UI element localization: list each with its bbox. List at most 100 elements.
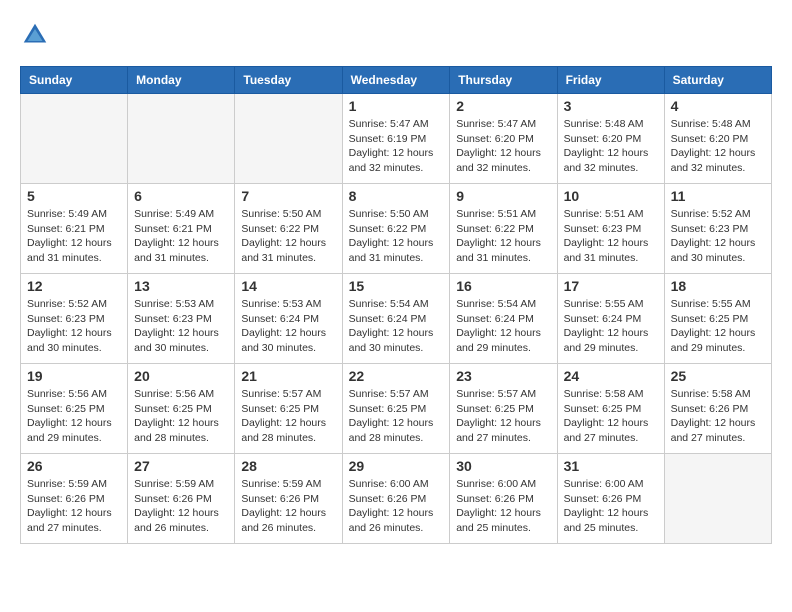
- calendar-cell: 28Sunrise: 5:59 AM Sunset: 6:26 PM Dayli…: [235, 454, 342, 544]
- day-number: 13: [134, 278, 228, 294]
- day-info: Sunrise: 5:50 AM Sunset: 6:22 PM Dayligh…: [349, 207, 444, 266]
- calendar-cell: 8 Sunrise: 5:50 AM Sunset: 6:22 PM Daylig…: [342, 184, 450, 274]
- day-number: 14: [241, 278, 335, 294]
- calendar-cell: [128, 94, 235, 184]
- day-info: Sunrise: 5:55 AM Sunset: 6:24 PM Dayligh…: [564, 297, 658, 356]
- calendar-cell: 13 Sunrise: 5:53 AM Sunset: 6:23 PM Dayli…: [128, 274, 235, 364]
- calendar-cell: 30Sunrise: 6:00 AM Sunset: 6:26 PM Dayli…: [450, 454, 557, 544]
- calendar-cell: 5 Sunrise: 5:49 AM Sunset: 6:21 PM Daylig…: [21, 184, 128, 274]
- calendar-cell: [21, 94, 128, 184]
- day-number: 24: [564, 368, 658, 384]
- day-number: 7: [241, 188, 335, 204]
- day-info: Sunrise: 5:52 AM Sunset: 6:23 PM Dayligh…: [671, 207, 765, 266]
- day-info: Sunrise: 5:56 AM Sunset: 6:25 PM Dayligh…: [27, 387, 121, 446]
- day-number: 20: [134, 368, 228, 384]
- calendar-cell: 18 Sunrise: 5:55 AM Sunset: 6:25 PM Dayli…: [664, 274, 771, 364]
- day-info: Sunrise: 5:53 AM Sunset: 6:23 PM Dayligh…: [134, 297, 228, 356]
- week-row-1: 1Sunrise: 5:47 AM Sunset: 6:19 PM Daylig…: [21, 94, 772, 184]
- calendar-cell: 20 Sunrise: 5:56 AM Sunset: 6:25 PM Dayli…: [128, 364, 235, 454]
- day-info: Sunrise: 5:49 AM Sunset: 6:21 PM Dayligh…: [134, 207, 228, 266]
- day-number: 30: [456, 458, 550, 474]
- day-info: Sunrise: 5:48 AM Sunset: 6:20 PM Dayligh…: [564, 117, 658, 176]
- day-info: Sunrise: 6:00 AM Sunset: 6:26 PM Dayligh…: [349, 477, 444, 536]
- calendar-cell: 1Sunrise: 5:47 AM Sunset: 6:19 PM Daylig…: [342, 94, 450, 184]
- day-number: 8: [349, 188, 444, 204]
- day-number: 23: [456, 368, 550, 384]
- logo-icon: [20, 20, 50, 50]
- calendar-table: SundayMondayTuesdayWednesdayThursdayFrid…: [20, 66, 772, 544]
- day-number: 31: [564, 458, 658, 474]
- calendar-header-row: SundayMondayTuesdayWednesdayThursdayFrid…: [21, 67, 772, 94]
- calendar-cell: 15 Sunrise: 5:54 AM Sunset: 6:24 PM Dayli…: [342, 274, 450, 364]
- week-row-5: 26 Sunrise: 5:59 AM Sunset: 6:26 PM Dayli…: [21, 454, 772, 544]
- calendar-cell: 21Sunrise: 5:57 AM Sunset: 6:25 PM Dayli…: [235, 364, 342, 454]
- day-info: Sunrise: 5:56 AM Sunset: 6:25 PM Dayligh…: [134, 387, 228, 446]
- day-info: Sunrise: 5:53 AM Sunset: 6:24 PM Dayligh…: [241, 297, 335, 356]
- day-info: Sunrise: 5:58 AM Sunset: 6:26 PM Dayligh…: [671, 387, 765, 446]
- calendar-cell: 27 Sunrise: 5:59 AM Sunset: 6:26 PM Dayli…: [128, 454, 235, 544]
- day-info: Sunrise: 5:59 AM Sunset: 6:26 PM Dayligh…: [27, 477, 121, 536]
- calendar-cell: 24 Sunrise: 5:58 AM Sunset: 6:25 PM Dayli…: [557, 364, 664, 454]
- day-info: Sunrise: 5:55 AM Sunset: 6:25 PM Dayligh…: [671, 297, 765, 356]
- day-number: 16: [456, 278, 550, 294]
- day-number: 6: [134, 188, 228, 204]
- col-header-friday: Friday: [557, 67, 664, 94]
- day-info: Sunrise: 5:57 AM Sunset: 6:25 PM Dayligh…: [241, 387, 335, 446]
- day-number: 19: [27, 368, 121, 384]
- day-number: 26: [27, 458, 121, 474]
- day-info: Sunrise: 5:47 AM Sunset: 6:19 PM Dayligh…: [349, 117, 444, 176]
- day-number: 2: [456, 98, 550, 114]
- calendar-cell: 4Sunrise: 5:48 AM Sunset: 6:20 PM Daylig…: [664, 94, 771, 184]
- calendar-cell: 17 Sunrise: 5:55 AM Sunset: 6:24 PM Dayli…: [557, 274, 664, 364]
- calendar-cell: 10 Sunrise: 5:51 AM Sunset: 6:23 PM Dayli…: [557, 184, 664, 274]
- day-number: 29: [349, 458, 444, 474]
- day-number: 10: [564, 188, 658, 204]
- day-info: Sunrise: 5:54 AM Sunset: 6:24 PM Dayligh…: [349, 297, 444, 356]
- calendar-cell: [235, 94, 342, 184]
- day-info: Sunrise: 5:51 AM Sunset: 6:22 PM Dayligh…: [456, 207, 550, 266]
- day-info: Sunrise: 5:54 AM Sunset: 6:24 PM Dayligh…: [456, 297, 550, 356]
- col-header-tuesday: Tuesday: [235, 67, 342, 94]
- day-info: Sunrise: 5:51 AM Sunset: 6:23 PM Dayligh…: [564, 207, 658, 266]
- calendar-cell: 3Sunrise: 5:48 AM Sunset: 6:20 PM Daylig…: [557, 94, 664, 184]
- col-header-sunday: Sunday: [21, 67, 128, 94]
- week-row-4: 19 Sunrise: 5:56 AM Sunset: 6:25 PM Dayli…: [21, 364, 772, 454]
- day-number: 15: [349, 278, 444, 294]
- day-info: Sunrise: 5:58 AM Sunset: 6:25 PM Dayligh…: [564, 387, 658, 446]
- calendar-cell: 19 Sunrise: 5:56 AM Sunset: 6:25 PM Dayli…: [21, 364, 128, 454]
- day-info: Sunrise: 6:00 AM Sunset: 6:26 PM Dayligh…: [564, 477, 658, 536]
- day-number: 22: [349, 368, 444, 384]
- col-header-wednesday: Wednesday: [342, 67, 450, 94]
- calendar-cell: 12 Sunrise: 5:52 AM Sunset: 6:23 PM Dayli…: [21, 274, 128, 364]
- calendar-cell: 6 Sunrise: 5:49 AM Sunset: 6:21 PM Daylig…: [128, 184, 235, 274]
- day-info: Sunrise: 5:49 AM Sunset: 6:21 PM Dayligh…: [27, 207, 121, 266]
- day-number: 27: [134, 458, 228, 474]
- day-number: 11: [671, 188, 765, 204]
- day-info: Sunrise: 5:59 AM Sunset: 6:26 PM Dayligh…: [134, 477, 228, 536]
- col-header-saturday: Saturday: [664, 67, 771, 94]
- day-info: Sunrise: 5:47 AM Sunset: 6:20 PM Dayligh…: [456, 117, 550, 176]
- day-info: Sunrise: 5:50 AM Sunset: 6:22 PM Dayligh…: [241, 207, 335, 266]
- calendar-cell: 14 Sunrise: 5:53 AM Sunset: 6:24 PM Dayli…: [235, 274, 342, 364]
- calendar-cell: 22Sunrise: 5:57 AM Sunset: 6:25 PM Dayli…: [342, 364, 450, 454]
- day-number: 12: [27, 278, 121, 294]
- calendar-cell: 31 Sunrise: 6:00 AM Sunset: 6:26 PM Dayli…: [557, 454, 664, 544]
- logo: [20, 20, 54, 50]
- day-number: 28: [241, 458, 335, 474]
- col-header-thursday: Thursday: [450, 67, 557, 94]
- day-number: 17: [564, 278, 658, 294]
- week-row-2: 5 Sunrise: 5:49 AM Sunset: 6:21 PM Daylig…: [21, 184, 772, 274]
- calendar-cell: [664, 454, 771, 544]
- week-row-3: 12 Sunrise: 5:52 AM Sunset: 6:23 PM Dayli…: [21, 274, 772, 364]
- calendar-cell: 29 Sunrise: 6:00 AM Sunset: 6:26 PM Dayli…: [342, 454, 450, 544]
- day-number: 5: [27, 188, 121, 204]
- calendar-cell: 16 Sunrise: 5:54 AM Sunset: 6:24 PM Dayli…: [450, 274, 557, 364]
- calendar-cell: 7 Sunrise: 5:50 AM Sunset: 6:22 PM Daylig…: [235, 184, 342, 274]
- day-info: Sunrise: 5:52 AM Sunset: 6:23 PM Dayligh…: [27, 297, 121, 356]
- day-number: 18: [671, 278, 765, 294]
- page-header: [20, 20, 772, 50]
- col-header-monday: Monday: [128, 67, 235, 94]
- calendar-cell: 2 Sunrise: 5:47 AM Sunset: 6:20 PM Daylig…: [450, 94, 557, 184]
- day-number: 25: [671, 368, 765, 384]
- calendar-cell: 23Sunrise: 5:57 AM Sunset: 6:25 PM Dayli…: [450, 364, 557, 454]
